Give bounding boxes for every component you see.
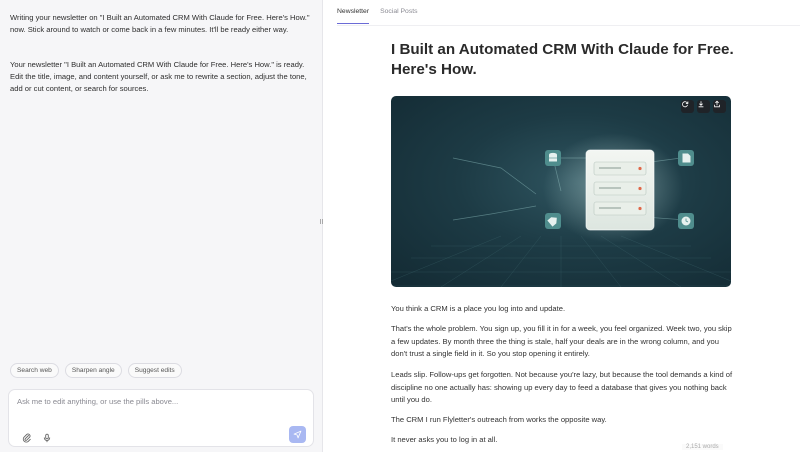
article-paragraph[interactable]: The CRM I run Flyletter's outreach from … xyxy=(391,414,736,427)
panel-resize-handle[interactable] xyxy=(319,213,324,224)
hero-image[interactable] xyxy=(391,96,731,287)
crm-illustration xyxy=(391,133,731,287)
tabs-divider xyxy=(337,25,800,26)
microphone-icon[interactable] xyxy=(42,430,52,443)
suggest-edits-pill[interactable]: Suggest edits xyxy=(127,363,182,378)
floor-grid xyxy=(391,235,731,287)
tag-icon xyxy=(545,213,561,229)
document-tabs: Newsletter Social Posts xyxy=(337,8,418,24)
download-image-button[interactable] xyxy=(697,100,710,113)
share-icon xyxy=(714,100,720,108)
tab-newsletter[interactable]: Newsletter xyxy=(337,8,370,24)
send-icon xyxy=(293,430,302,439)
assistant-message-ready: Your newsletter "I Built an Automated CR… xyxy=(10,60,307,94)
app-window: Writing your newsletter on "I Built an A… xyxy=(0,0,800,452)
refresh-icon xyxy=(682,101,689,108)
article-paragraph[interactable]: That's the whole problem. You sign up, y… xyxy=(391,323,736,361)
download-icon xyxy=(698,101,704,108)
chat-input[interactable] xyxy=(17,397,297,406)
document-icon xyxy=(678,150,694,166)
regenerate-image-button[interactable] xyxy=(681,100,694,113)
send-button[interactable] xyxy=(289,426,306,443)
paperclip-icon[interactable] xyxy=(22,430,32,443)
assistant-message-progress: Writing your newsletter on "I Built an A… xyxy=(10,13,310,35)
article-paragraph[interactable]: You think a CRM is a place you log into … xyxy=(391,303,736,316)
server-stack xyxy=(585,149,655,231)
share-image-button[interactable] xyxy=(713,100,726,113)
suggestion-pills: Search web Sharpen angle Suggest edits xyxy=(10,363,182,378)
sharpen-angle-pill[interactable]: Sharpen angle xyxy=(64,363,122,378)
clock-icon xyxy=(678,213,694,229)
database-icon xyxy=(545,150,561,166)
search-web-pill[interactable]: Search web xyxy=(10,363,59,378)
article-title[interactable]: I Built an Automated CRM With Claude for… xyxy=(391,40,741,79)
chat-composer xyxy=(8,389,314,447)
tab-social-posts[interactable]: Social Posts xyxy=(380,8,417,24)
chat-panel: Writing your newsletter on "I Built an A… xyxy=(0,0,323,452)
word-count: 2,151 words xyxy=(682,444,723,450)
article-paragraph[interactable]: Leads slip. Follow-ups get forgotten. No… xyxy=(391,369,736,407)
